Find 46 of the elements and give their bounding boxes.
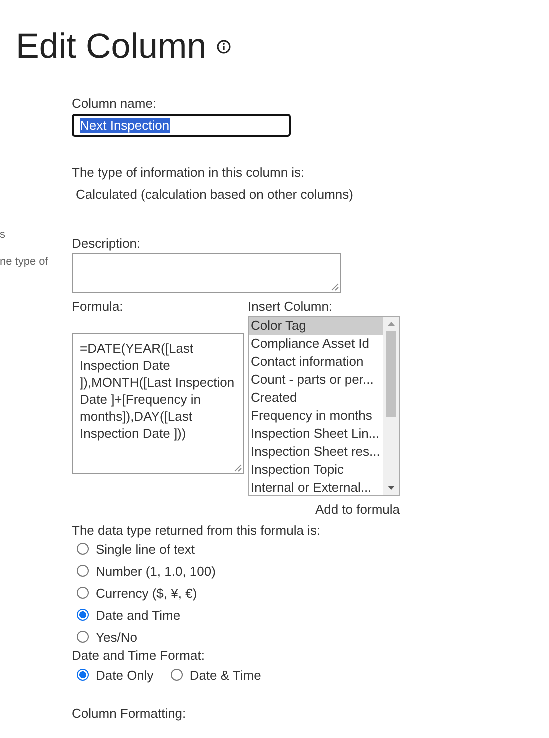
column-name-field[interactable]: Next Inspection	[72, 114, 291, 137]
radio-button[interactable]	[77, 587, 89, 599]
radio-label: Date & Time	[190, 668, 262, 682]
list-item[interactable]: Contact information	[249, 353, 383, 371]
column-list-box[interactable]: Color Tag Compliance Asset Id Contact information Count - parts or per... Created Frequency in months Inspection Sheet Lin... Inspection Sheet res... Inspection Topic Internal or External...	[248, 316, 400, 496]
radio-button[interactable]	[170, 669, 183, 681]
radio-button[interactable]	[77, 609, 89, 621]
field-label: Formula:	[72, 299, 124, 314]
field-label: The data type returned from this formula is:	[72, 523, 322, 538]
field-value: Next Inspection	[80, 118, 170, 133]
cut-off-text: ne type of	[0, 256, 48, 268]
list-item[interactable]: Color Tag	[249, 317, 383, 335]
list-item[interactable]: Inspection Sheet Lin...	[249, 425, 383, 443]
radio-label: Date and Time	[96, 608, 181, 622]
resize-grip-icon[interactable]	[234, 464, 242, 472]
radio-label: Yes/No	[96, 630, 138, 644]
formula-field[interactable]: =DATE(YEAR([Last Inspection Date ]),MONTH([Last Inspection Date ]+[Frequency in months]),DAY([Last Inspection Date ]))	[72, 333, 244, 474]
radio-label: Single line of text	[96, 542, 196, 556]
radio-label: Date Only	[96, 668, 154, 682]
add-to-formula-link[interactable]: Add to formula	[315, 502, 400, 517]
list-item[interactable]: Internal or External...	[249, 479, 383, 497]
description-field[interactable]	[72, 253, 341, 293]
field-label: Column name:	[72, 96, 158, 111]
scroll-bar[interactable]	[383, 317, 399, 495]
cut-off-text: s	[0, 229, 6, 241]
column-type-text: Calculated (calculation based on other columns)	[76, 187, 354, 202]
list-item[interactable]: Count - parts or per...	[249, 371, 383, 389]
radio-button[interactable]	[77, 669, 89, 681]
field-label: Description:	[72, 236, 142, 251]
field-label: Column Formatting:	[72, 706, 188, 721]
list-item[interactable]: Created	[249, 389, 383, 407]
list-item[interactable]: Inspection Topic	[249, 461, 383, 479]
radio-button[interactable]	[77, 565, 89, 577]
radio-button[interactable]	[77, 543, 89, 555]
field-label: Insert Column:	[248, 299, 333, 314]
radio-label: Currency ($, ¥, €)	[96, 586, 198, 600]
page-title: Edit Column	[16, 26, 207, 68]
radio-label: Number (1, 1.0, 100)	[96, 564, 216, 578]
radio-button[interactable]	[77, 631, 89, 643]
field-label: Date and Time Format:	[72, 648, 206, 663]
list-item[interactable]: Frequency in months	[249, 407, 383, 425]
info-icon[interactable]	[216, 40, 231, 54]
field-label: The type of information in this column is:	[72, 165, 306, 180]
resize-grip-icon[interactable]	[331, 283, 339, 291]
list-item[interactable]: Inspection Sheet res...	[249, 443, 383, 461]
list-item[interactable]: Compliance Asset Id	[249, 335, 383, 353]
